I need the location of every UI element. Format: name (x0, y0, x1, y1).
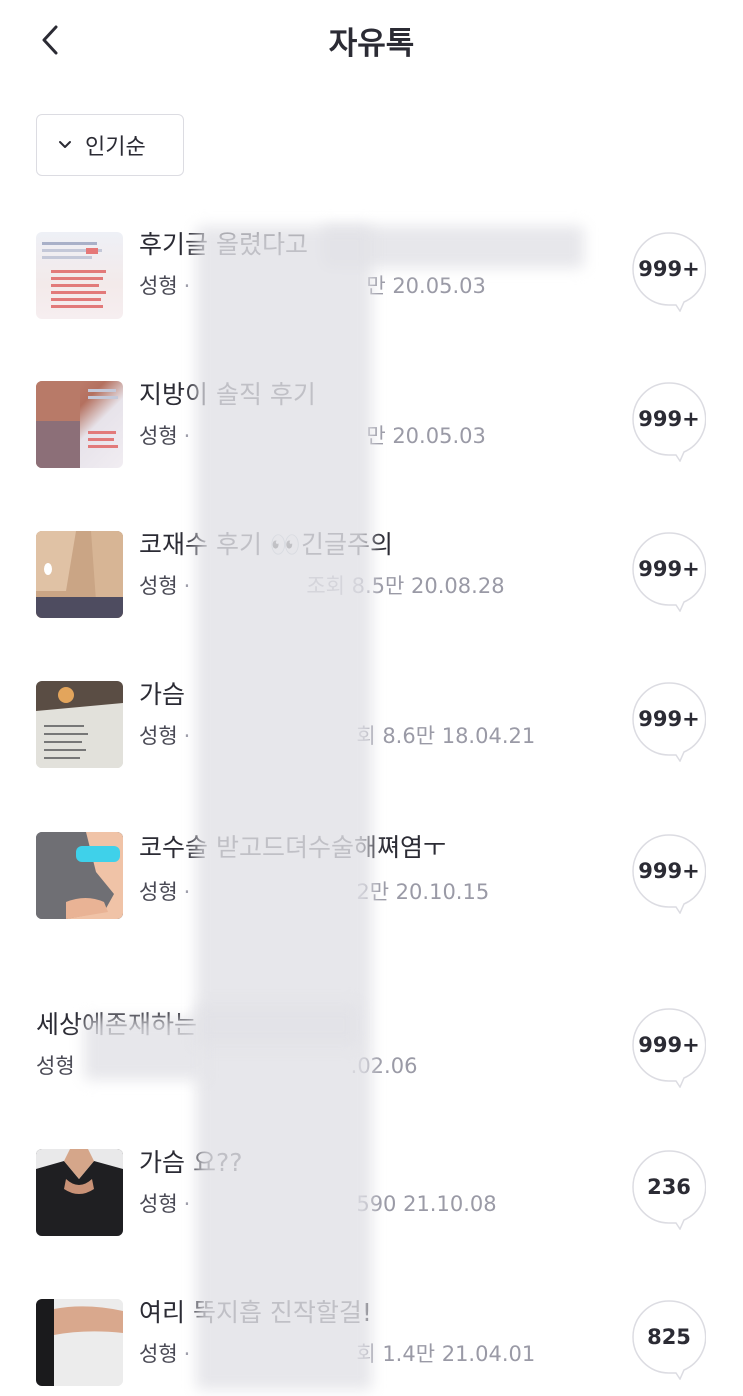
post-stats: 2만 20.10.15 (356, 880, 490, 904)
redaction-blur (84, 1018, 204, 1080)
comment-count-bubble: 999+ (632, 382, 706, 462)
post-stats: 회 8.6만 18.04.21 (356, 724, 536, 748)
post-category: 성형 (139, 574, 178, 598)
post-category: 성형 (139, 724, 178, 748)
sort-dropdown[interactable]: 인기순 (36, 114, 184, 176)
post-thumbnail (36, 1299, 123, 1386)
comment-count-bubble: 999+ (632, 834, 706, 914)
post-stats: 회 1.4만 21.04.01 (356, 1342, 536, 1366)
comment-count: 999+ (638, 707, 700, 731)
redaction-blur (196, 226, 372, 1390)
post-category: 성형 (139, 274, 178, 298)
post-thumbnail (36, 232, 123, 319)
post-thumbnail (36, 1149, 123, 1236)
comment-count-bubble: 236 (632, 1150, 706, 1230)
post-thumbnail (36, 832, 123, 919)
comment-count: 236 (647, 1175, 691, 1199)
sort-label: 인기순 (85, 135, 146, 160)
chevron-down-icon (57, 137, 73, 153)
page-title: 자유톡 (328, 26, 415, 62)
post-category: 성형 (139, 424, 178, 448)
top-bar: 자유톡 (0, 0, 743, 80)
post-thumbnail (36, 531, 123, 618)
post-stats: 590 21.10.08 (356, 1192, 497, 1216)
redaction-blur (196, 1004, 358, 1046)
comment-count-bubble: 999+ (632, 682, 706, 762)
comment-count-bubble: 825 (632, 1300, 706, 1380)
comment-count: 999+ (638, 407, 700, 431)
post-category: 성형 (139, 1342, 178, 1366)
post-category: 성형 (36, 1054, 75, 1078)
comment-count-bubble: 999+ (632, 232, 706, 312)
comment-count: 825 (647, 1325, 691, 1349)
post-thumbnail (36, 381, 123, 468)
post-stats: 만 20.05.03 (366, 424, 486, 448)
post-stats: 만 20.05.03 (366, 274, 486, 298)
comment-count: 999+ (638, 859, 700, 883)
post-category: 성형 (139, 880, 178, 904)
post-category: 성형 (139, 1192, 178, 1216)
comment-count-bubble: 999+ (632, 1008, 706, 1088)
comment-count: 999+ (638, 1033, 700, 1057)
comment-count: 999+ (638, 257, 700, 281)
post-thumbnail (36, 681, 123, 768)
comment-count: 999+ (638, 557, 700, 581)
comment-count-bubble: 999+ (632, 532, 706, 612)
